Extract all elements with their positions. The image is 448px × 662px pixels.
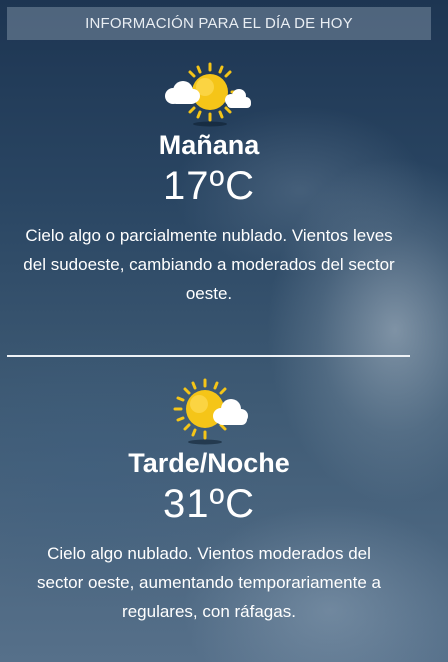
forecast-evening: Tarde/Noche 31ºC Cielo algo nublado. Vie… bbox=[0, 376, 418, 626]
temperature-value: 17ºC bbox=[163, 164, 255, 208]
forecast-description: Cielo algo o parcialmente nublado. Vient… bbox=[23, 226, 395, 303]
sun-behind-cloud-icon bbox=[165, 62, 251, 127]
period-title: Mañana bbox=[158, 130, 260, 160]
forecast-morning: Mañana 17ºC Cielo algo o parcialmente nu… bbox=[0, 58, 418, 308]
info-header-title: INFORMACIÓN PARA EL DÍA DE HOY bbox=[85, 15, 353, 32]
forecast-description: Cielo algo nublado. Vientos moderados de… bbox=[37, 544, 381, 621]
sun-with-small-cloud-icon bbox=[173, 378, 248, 445]
section-divider bbox=[7, 355, 410, 357]
info-header: INFORMACIÓN PARA EL DÍA DE HOY bbox=[7, 7, 431, 40]
temperature-value: 31ºC bbox=[163, 482, 255, 526]
period-title: Tarde/Noche bbox=[128, 448, 290, 478]
